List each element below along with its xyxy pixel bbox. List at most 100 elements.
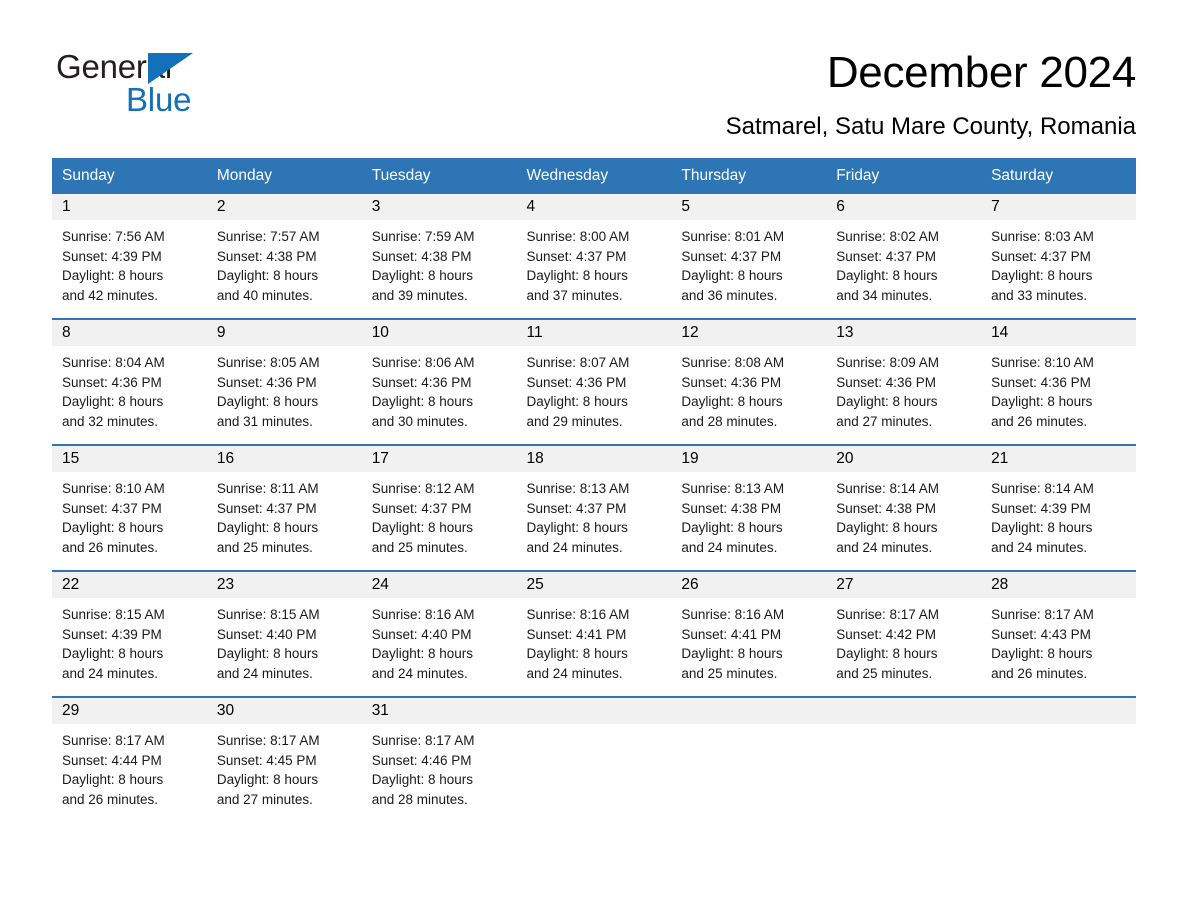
day-number: 12 [671, 320, 827, 346]
calendar-day-cell[interactable]: 2 Sunrise: 7:57 AM Sunset: 4:38 PM Dayli… [206, 194, 362, 319]
day-number: 4 [516, 194, 672, 220]
calendar-week-row: 29 Sunrise: 8:17 AM Sunset: 4:44 PM Dayl… [52, 696, 1136, 828]
day-number: 30 [206, 698, 362, 724]
day-sun-info-empty [671, 724, 826, 828]
day-sun-info: Sunrise: 8:02 AM Sunset: 4:37 PM Dayligh… [836, 229, 940, 304]
day-number: 25 [516, 572, 672, 598]
day-sun-info: Sunrise: 8:12 AM Sunset: 4:37 PM Dayligh… [371, 481, 475, 556]
day-number: 11 [516, 320, 672, 346]
day-number: 21 [981, 446, 1136, 472]
day-sun-info: Sunrise: 8:00 AM Sunset: 4:37 PM Dayligh… [526, 229, 630, 304]
weekday-header-wednesday: Wednesday [516, 158, 672, 194]
day-number: 14 [981, 320, 1136, 346]
calendar-day-cell[interactable]: 16 Sunrise: 8:11 AM Sunset: 4:37 PM Dayl… [206, 444, 362, 571]
general-blue-logo[interactable]: General Blue [56, 48, 306, 124]
day-sun-info: Sunrise: 8:07 AM Sunset: 4:36 PM Dayligh… [526, 355, 630, 430]
day-sun-info: Sunrise: 8:03 AM Sunset: 4:37 PM Dayligh… [991, 229, 1094, 304]
calendar-day-cell[interactable]: 9 Sunrise: 8:05 AM Sunset: 4:36 PM Dayli… [206, 318, 362, 445]
calendar-day-cell[interactable]: 13 Sunrise: 8:09 AM Sunset: 4:36 PM Dayl… [826, 318, 982, 445]
calendar-day-cell[interactable]: 15 Sunrise: 8:10 AM Sunset: 4:37 PM Dayl… [52, 444, 207, 571]
day-number: 7 [981, 194, 1136, 220]
calendar-day-cell[interactable]: 18 Sunrise: 8:13 AM Sunset: 4:37 PM Dayl… [516, 444, 672, 571]
calendar-day-cell[interactable]: 20 Sunrise: 8:14 AM Sunset: 4:38 PM Dayl… [826, 444, 982, 571]
calendar-day-cell[interactable]: 12 Sunrise: 8:08 AM Sunset: 4:36 PM Dayl… [671, 318, 827, 445]
day-sun-info: Sunrise: 8:10 AM Sunset: 4:36 PM Dayligh… [991, 355, 1094, 430]
day-sun-info-empty [517, 724, 672, 828]
day-number: 6 [826, 194, 982, 220]
calendar-day-cell[interactable]: 14 Sunrise: 8:10 AM Sunset: 4:36 PM Dayl… [981, 318, 1136, 445]
page-title: December 2024 [826, 48, 1136, 97]
calendar-day-cell[interactable]: 8 Sunrise: 8:04 AM Sunset: 4:36 PM Dayli… [52, 318, 207, 445]
calendar-day-cell[interactable]: 22 Sunrise: 8:15 AM Sunset: 4:39 PM Dayl… [52, 570, 207, 697]
day-sun-info: Sunrise: 8:11 AM Sunset: 4:37 PM Dayligh… [216, 481, 319, 556]
day-sun-info: Sunrise: 8:08 AM Sunset: 4:36 PM Dayligh… [681, 355, 785, 430]
calendar-day-cell[interactable]: 24 Sunrise: 8:16 AM Sunset: 4:40 PM Dayl… [361, 570, 517, 697]
calendar-day-cell[interactable]: 4 Sunrise: 8:00 AM Sunset: 4:37 PM Dayli… [516, 194, 672, 319]
weekday-header-tuesday: Tuesday [361, 158, 517, 194]
day-number: 17 [361, 446, 517, 472]
calendar-day-cell[interactable]: 3 Sunrise: 7:59 AM Sunset: 4:38 PM Dayli… [361, 194, 517, 319]
calendar-day-cell[interactable]: 25 Sunrise: 8:16 AM Sunset: 4:41 PM Dayl… [516, 570, 672, 697]
calendar-body: 1 Sunrise: 7:56 AM Sunset: 4:39 PM Dayli… [52, 194, 1136, 828]
logo-text-blue: Blue [126, 81, 192, 118]
day-sun-info: Sunrise: 8:09 AM Sunset: 4:36 PM Dayligh… [836, 355, 940, 430]
day-sun-info: Sunrise: 8:06 AM Sunset: 4:36 PM Dayligh… [371, 355, 475, 430]
day-number: 27 [826, 572, 982, 598]
calendar-day-cell[interactable]: 19 Sunrise: 8:13 AM Sunset: 4:38 PM Dayl… [671, 444, 827, 571]
calendar-week-row: 8 Sunrise: 8:04 AM Sunset: 4:36 PM Dayli… [52, 318, 1136, 445]
day-sun-info-empty [981, 724, 1136, 828]
day-number: 28 [981, 572, 1136, 598]
day-number: 10 [361, 320, 517, 346]
triangle-right-icon [148, 53, 193, 84]
weekday-header-sunday: Sunday [52, 158, 207, 194]
day-sun-info: Sunrise: 8:04 AM Sunset: 4:36 PM Dayligh… [62, 355, 165, 430]
day-sun-info: Sunrise: 8:17 AM Sunset: 4:46 PM Dayligh… [371, 733, 475, 808]
day-number: 8 [52, 320, 207, 346]
calendar-day-cell[interactable]: 6 Sunrise: 8:02 AM Sunset: 4:37 PM Dayli… [826, 194, 982, 319]
day-sun-info-empty [826, 724, 981, 828]
day-sun-info: Sunrise: 8:10 AM Sunset: 4:37 PM Dayligh… [62, 481, 165, 556]
day-number: 15 [52, 446, 207, 472]
calendar-table-wrapper: Sunday Monday Tuesday Wednesday Thursday… [52, 158, 1136, 828]
calendar-day-cell[interactable]: 29 Sunrise: 8:17 AM Sunset: 4:44 PM Dayl… [52, 696, 207, 828]
day-sun-info: Sunrise: 8:17 AM Sunset: 4:44 PM Dayligh… [62, 733, 165, 808]
day-sun-info: Sunrise: 8:05 AM Sunset: 4:36 PM Dayligh… [216, 355, 320, 430]
day-number: 9 [206, 320, 362, 346]
calendar-day-cell[interactable]: 23 Sunrise: 8:15 AM Sunset: 4:40 PM Dayl… [206, 570, 362, 697]
day-number-empty [981, 698, 1136, 724]
calendar-day-cell[interactable]: 26 Sunrise: 8:16 AM Sunset: 4:41 PM Dayl… [671, 570, 827, 697]
calendar-day-cell[interactable]: 21 Sunrise: 8:14 AM Sunset: 4:39 PM Dayl… [981, 444, 1136, 571]
weekday-header-monday: Monday [206, 158, 362, 194]
calendar-day-cell[interactable]: 31 Sunrise: 8:17 AM Sunset: 4:46 PM Dayl… [361, 696, 517, 828]
calendar-day-cell[interactable]: 10 Sunrise: 8:06 AM Sunset: 4:36 PM Dayl… [361, 318, 517, 445]
calendar-week-row: 1 Sunrise: 7:56 AM Sunset: 4:39 PM Dayli… [52, 194, 1136, 319]
day-sun-info: Sunrise: 7:57 AM Sunset: 4:38 PM Dayligh… [216, 229, 320, 304]
day-number: 22 [52, 572, 207, 598]
calendar-day-cell[interactable]: 1 Sunrise: 7:56 AM Sunset: 4:39 PM Dayli… [52, 194, 207, 319]
page-subtitle: Satmarel, Satu Mare County, Romania [725, 113, 1136, 140]
calendar-header-row: Sunday Monday Tuesday Wednesday Thursday… [52, 158, 1136, 194]
day-sun-info: Sunrise: 8:17 AM Sunset: 4:45 PM Dayligh… [216, 733, 320, 808]
calendar-day-cell-empty [671, 696, 827, 828]
logo-line-2: Blue [56, 82, 306, 118]
day-number: 23 [206, 572, 362, 598]
calendar-day-cell-empty [516, 696, 672, 828]
calendar-day-cell[interactable]: 28 Sunrise: 8:17 AM Sunset: 4:43 PM Dayl… [981, 570, 1136, 697]
day-number: 20 [826, 446, 982, 472]
day-number: 13 [826, 320, 982, 346]
day-number: 5 [671, 194, 827, 220]
day-sun-info: Sunrise: 8:16 AM Sunset: 4:40 PM Dayligh… [371, 607, 475, 682]
calendar-day-cell[interactable]: 30 Sunrise: 8:17 AM Sunset: 4:45 PM Dayl… [206, 696, 362, 828]
day-sun-info: Sunrise: 8:16 AM Sunset: 4:41 PM Dayligh… [526, 607, 630, 682]
calendar-table: Sunday Monday Tuesday Wednesday Thursday… [52, 158, 1136, 828]
day-number-empty [516, 698, 672, 724]
day-sun-info: Sunrise: 8:13 AM Sunset: 4:37 PM Dayligh… [526, 481, 630, 556]
calendar-day-cell[interactable]: 17 Sunrise: 8:12 AM Sunset: 4:37 PM Dayl… [361, 444, 517, 571]
calendar-day-cell[interactable]: 5 Sunrise: 8:01 AM Sunset: 4:37 PM Dayli… [671, 194, 827, 319]
calendar-day-cell[interactable]: 11 Sunrise: 8:07 AM Sunset: 4:36 PM Dayl… [516, 318, 672, 445]
day-number: 2 [206, 194, 362, 220]
calendar-day-cell[interactable]: 7 Sunrise: 8:03 AM Sunset: 4:37 PM Dayli… [981, 194, 1136, 319]
calendar-day-cell[interactable]: 27 Sunrise: 8:17 AM Sunset: 4:42 PM Dayl… [826, 570, 982, 697]
day-number: 29 [52, 698, 207, 724]
day-number: 16 [206, 446, 362, 472]
